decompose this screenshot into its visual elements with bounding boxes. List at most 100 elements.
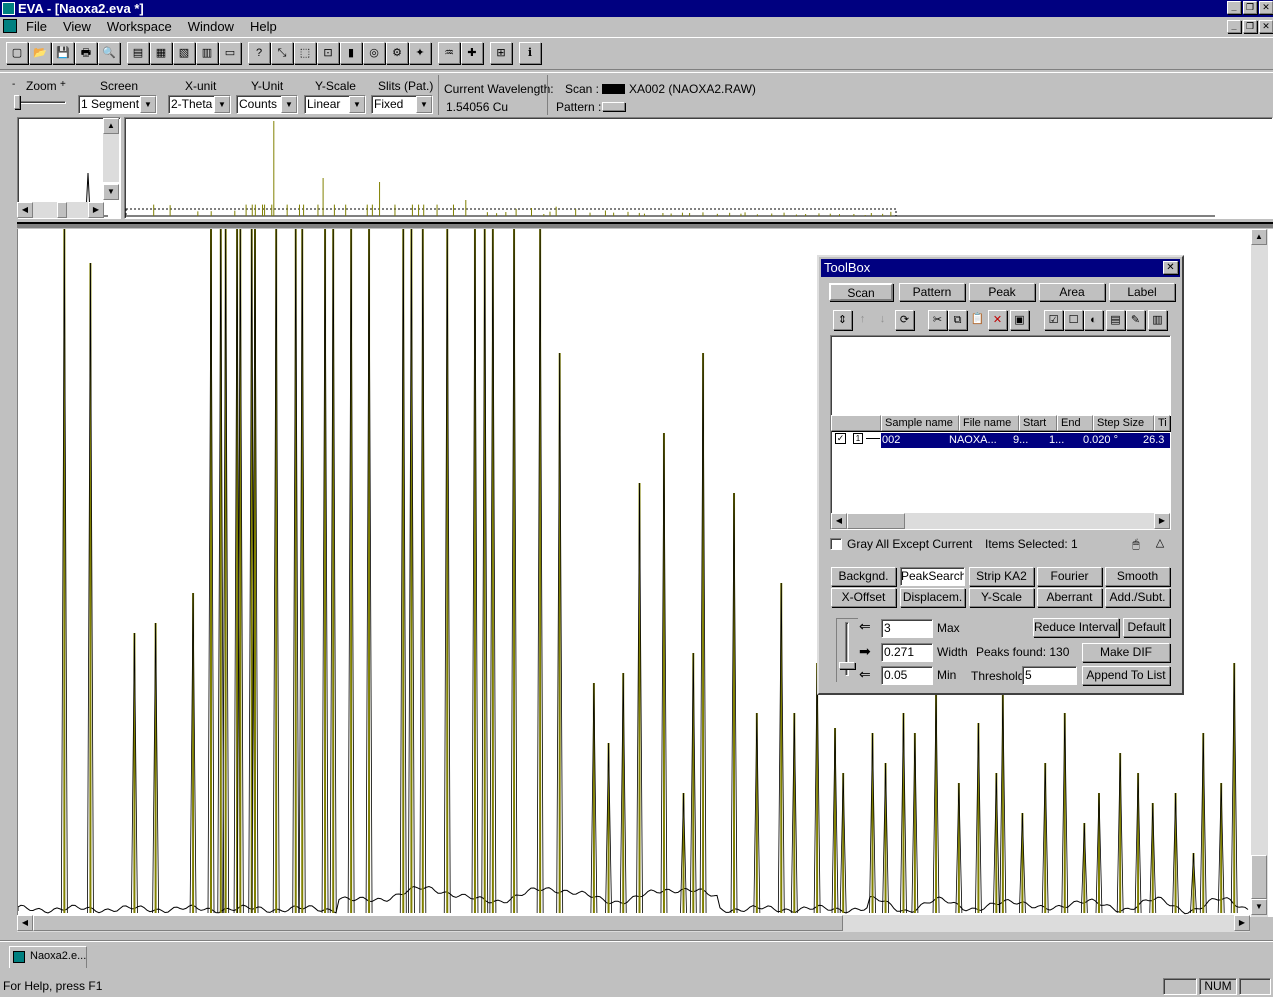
default-button[interactable]: Default xyxy=(1123,618,1170,637)
hscroll-thumb[interactable] xyxy=(33,915,843,931)
save-icon[interactable]: 💾 xyxy=(52,42,74,64)
row-checkbox[interactable]: ✓ xyxy=(835,433,846,444)
document-icon[interactable] xyxy=(3,19,17,33)
col-header-sample[interactable]: Sample name xyxy=(881,415,959,431)
scroll-down-icon[interactable]: ▼ xyxy=(1251,899,1267,915)
yunit-select[interactable]: Counts ▼ xyxy=(236,95,298,114)
window-d-icon[interactable]: ▭ xyxy=(219,42,241,64)
col-header-check[interactable] xyxy=(831,415,881,431)
scroll-right-icon[interactable]: ▶ xyxy=(88,202,104,218)
col-header-end[interactable]: End xyxy=(1057,415,1093,431)
info-icon[interactable]: i xyxy=(519,42,541,64)
refresh-icon[interactable]: ⟳ xyxy=(895,310,914,330)
yscale-select[interactable]: Linear ▼ xyxy=(304,95,366,114)
max-input[interactable]: 3 xyxy=(881,619,933,638)
document-tab[interactable]: Naoxa2.e... xyxy=(9,946,87,968)
move-up-icon[interactable]: ↑ xyxy=(853,310,872,330)
open-folder-icon[interactable]: 📂 xyxy=(29,42,51,64)
scan-tool-icon[interactable]: ♒ xyxy=(438,42,460,64)
reduce-interval-button[interactable]: Reduce Interval xyxy=(1033,618,1119,637)
toolbox-title-bar[interactable]: ToolBox ✕ xyxy=(821,259,1180,277)
screen-select[interactable]: 1 Segment ▼ xyxy=(78,95,157,114)
uncheck-icon[interactable]: ☐ xyxy=(1064,310,1083,330)
tab-peak[interactable]: Peak xyxy=(969,283,1035,301)
mouse-icon[interactable]: 🖱 xyxy=(1129,537,1143,552)
print-preview-icon[interactable]: 🔍 xyxy=(98,42,120,64)
scroll-right-icon[interactable]: ▶ xyxy=(1154,513,1170,529)
peak-tool-icon[interactable]: ▮ xyxy=(340,42,362,64)
restore-button[interactable]: ❐ xyxy=(1243,1,1257,14)
peaksearch-button[interactable]: PeakSearch xyxy=(900,567,965,586)
tab-label[interactable]: Label xyxy=(1109,283,1175,301)
new-file-icon[interactable]: ▢ xyxy=(6,42,28,64)
scroll-right-icon[interactable]: ▶ xyxy=(1234,915,1250,931)
doc-minimize-button[interactable]: _ xyxy=(1227,20,1241,33)
cursor-cross-icon[interactable]: ✚ xyxy=(461,42,483,64)
tab-scan[interactable]: Scan xyxy=(829,283,893,301)
threshold-slider-thumb[interactable] xyxy=(839,662,855,669)
main-hscroll[interactable]: ◀ ▶ xyxy=(17,915,1250,932)
add-subt-button[interactable]: Add./Subt. xyxy=(1105,588,1170,607)
menu-workspace[interactable]: Workspace xyxy=(99,17,180,37)
pattern-tool-icon[interactable]: ⚙ xyxy=(386,42,408,64)
window-c-icon[interactable]: ▥ xyxy=(196,42,218,64)
zoom-area-icon[interactable]: ⤡ xyxy=(271,42,293,64)
vscroll-track[interactable] xyxy=(103,134,119,182)
col-header-ti[interactable]: Ti xyxy=(1154,415,1170,431)
copy-icon[interactable]: ⧉ xyxy=(948,310,967,330)
threshold-input[interactable]: 5 xyxy=(1022,666,1077,685)
menu-help[interactable]: Help xyxy=(242,17,285,37)
minimize-button[interactable]: _ xyxy=(1227,1,1241,14)
xunit-select[interactable]: 2-Theta ▼ xyxy=(168,95,231,114)
crop-icon[interactable]: ⊡ xyxy=(317,42,339,64)
search-db-icon[interactable]: ◎ xyxy=(363,42,385,64)
overview-hscroll[interactable]: ◀ ▶ xyxy=(17,202,104,218)
color-palette-icon[interactable]: ◐ xyxy=(1084,310,1103,330)
hscroll-thumb[interactable] xyxy=(57,202,67,218)
edit-icon[interactable]: ✎ xyxy=(1126,310,1145,330)
print-icon[interactable]: 🖶 xyxy=(75,42,97,64)
help-pointer-icon[interactable]: ? xyxy=(248,42,270,64)
scroll-up-icon[interactable]: ▲ xyxy=(103,118,119,134)
strip-ka2-button[interactable]: Strip KA2 xyxy=(969,567,1034,586)
tile-cascade-icon[interactable]: ▤ xyxy=(127,42,149,64)
hscroll-thumb[interactable] xyxy=(847,513,905,529)
close-button[interactable]: ✕ xyxy=(1259,1,1273,14)
move-down-icon[interactable]: ↓ xyxy=(873,310,892,330)
scroll-up-icon[interactable]: ▲ xyxy=(1251,229,1267,245)
aberrant-button[interactable]: Aberrant xyxy=(1037,588,1102,607)
scan-list[interactable]: Sample name File name Start End Step Siz… xyxy=(830,335,1171,530)
width-input[interactable]: 0.271 xyxy=(881,643,933,662)
wizard-icon[interactable]: ✦ xyxy=(409,42,431,64)
window-b-icon[interactable]: ▧ xyxy=(173,42,195,64)
col-header-step[interactable]: Step Size xyxy=(1093,415,1154,431)
menu-window[interactable]: Window xyxy=(180,17,242,37)
menu-file[interactable]: File xyxy=(18,17,55,37)
menu-view[interactable]: View xyxy=(55,17,99,37)
col-header-file[interactable]: File name xyxy=(959,415,1019,431)
delete-icon[interactable]: ✕ xyxy=(988,310,1007,330)
main-vscroll[interactable]: ▲ ▼ xyxy=(1251,229,1268,917)
doc-close-button[interactable]: ✕ xyxy=(1259,20,1273,33)
doc-restore-button[interactable]: ❐ xyxy=(1243,20,1257,33)
tab-area[interactable]: Area xyxy=(1039,283,1105,301)
backgnd-button[interactable]: Backgnd. xyxy=(831,567,896,586)
tree-icon[interactable]: ⊞ xyxy=(490,42,512,64)
pane-splitter[interactable] xyxy=(17,222,1273,228)
expand-tree-icon[interactable]: ⇕ xyxy=(833,310,852,330)
close-icon[interactable]: ✕ xyxy=(1163,261,1178,274)
list-hscroll[interactable]: ◀ ▶ xyxy=(831,513,1170,529)
zoom-slider-thumb[interactable] xyxy=(14,95,20,109)
pattern-color-swatch[interactable] xyxy=(602,102,625,111)
cut-icon[interactable]: ✂ xyxy=(928,310,947,330)
scroll-left-icon[interactable]: ◀ xyxy=(17,202,33,218)
overview-pane[interactable] xyxy=(124,117,1273,219)
smooth-button[interactable]: Smooth xyxy=(1105,567,1170,586)
select-area-icon[interactable]: ⬚ xyxy=(294,42,316,64)
append-to-list-button[interactable]: Append To List xyxy=(1082,666,1170,685)
make-dif-button[interactable]: Make DIF xyxy=(1082,643,1170,662)
window-a-icon[interactable]: ▦ xyxy=(150,42,172,64)
properties-icon[interactable]: ▣ xyxy=(1010,310,1029,330)
scroll-down-icon[interactable]: ▼ xyxy=(103,184,119,200)
min-input[interactable]: 0.05 xyxy=(881,666,933,685)
